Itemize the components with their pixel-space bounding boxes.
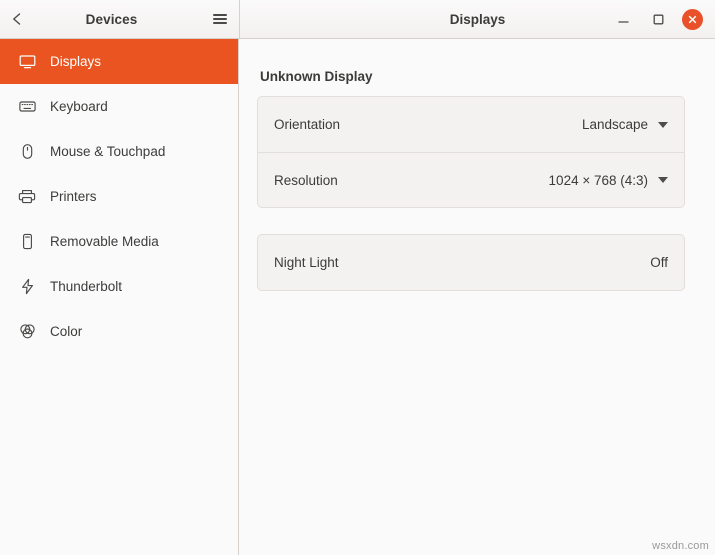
chevron-down-icon xyxy=(658,177,668,183)
color-icon xyxy=(16,323,38,340)
printer-icon xyxy=(16,188,38,205)
resolution-label: Resolution xyxy=(274,172,338,188)
hamburger-menu-icon xyxy=(213,14,227,24)
title-bar-left: Devices xyxy=(0,0,240,38)
sidebar-item-mouse-touchpad[interactable]: Mouse & Touchpad xyxy=(0,129,238,174)
maximize-button[interactable] xyxy=(647,8,670,31)
orientation-value[interactable]: Landscape xyxy=(582,117,668,132)
thunderbolt-icon xyxy=(16,278,38,295)
sidebar-item-label: Printers xyxy=(50,188,97,204)
title-bar-right: Displays xyxy=(240,0,715,38)
resolution-row[interactable]: Resolution 1024 × 768 (4:3) xyxy=(258,152,684,207)
close-icon xyxy=(688,15,697,23)
content-area: Unknown Display Orientation Landscape Re… xyxy=(239,39,715,555)
sidebar-item-label: Thunderbolt xyxy=(50,278,123,294)
orientation-label: Orientation xyxy=(274,117,341,132)
sidebar-item-label: Color xyxy=(50,323,83,339)
night-light-label: Night Light xyxy=(274,255,339,270)
display-settings-card: Orientation Landscape Resolution 1024 × … xyxy=(257,96,685,208)
sidebar-item-label: Keyboard xyxy=(50,98,108,114)
minimize-button[interactable] xyxy=(612,8,635,31)
window-body: Displays Keyboard Mouse & Touchpad Print… xyxy=(0,39,715,555)
minimize-icon xyxy=(618,20,629,23)
orientation-current-value: Landscape xyxy=(581,117,648,132)
title-bar: Devices Displays xyxy=(0,0,715,39)
keyboard-icon xyxy=(16,98,38,115)
sidebar: Displays Keyboard Mouse & Touchpad Print… xyxy=(0,39,239,555)
maximize-icon xyxy=(653,14,664,24)
sidebar-item-label: Displays xyxy=(50,53,102,69)
night-light-card: Night Light Off xyxy=(257,234,685,291)
sidebar-item-printers[interactable]: Printers xyxy=(0,174,238,219)
chevron-down-icon xyxy=(658,121,668,128)
orientation-row[interactable]: Orientation Landscape xyxy=(258,97,684,152)
panel-title-devices: Devices xyxy=(85,11,138,27)
window-controls xyxy=(612,8,715,31)
sidebar-item-label: Removable Media xyxy=(50,233,159,249)
hamburger-menu-button[interactable] xyxy=(201,0,239,38)
resolution-current-value: 1024 × 768 (4:3) xyxy=(548,172,648,188)
sidebar-item-keyboard[interactable]: Keyboard xyxy=(0,84,238,129)
display-icon xyxy=(16,53,38,70)
night-light-state: Off xyxy=(650,255,668,270)
removable-media-icon xyxy=(16,233,38,250)
resolution-value[interactable]: 1024 × 768 (4:3) xyxy=(549,173,668,188)
night-light-value: Off xyxy=(650,255,668,270)
sidebar-item-removable-media[interactable]: Removable Media xyxy=(0,219,238,264)
sidebar-item-displays[interactable]: Displays xyxy=(0,39,238,84)
mouse-icon xyxy=(16,143,38,160)
watermark: wsxdn.com xyxy=(652,540,709,552)
settings-window: Devices Displays Displays Keyboard Mouse… xyxy=(0,0,715,555)
night-light-row[interactable]: Night Light Off xyxy=(258,235,684,290)
sidebar-item-color[interactable]: Color xyxy=(0,309,238,354)
close-button[interactable] xyxy=(682,8,703,30)
sidebar-item-thunderbolt[interactable]: Thunderbolt xyxy=(0,264,238,309)
sidebar-item-label: Mouse & Touchpad xyxy=(50,143,166,159)
page-title: Unknown Display xyxy=(260,69,373,84)
